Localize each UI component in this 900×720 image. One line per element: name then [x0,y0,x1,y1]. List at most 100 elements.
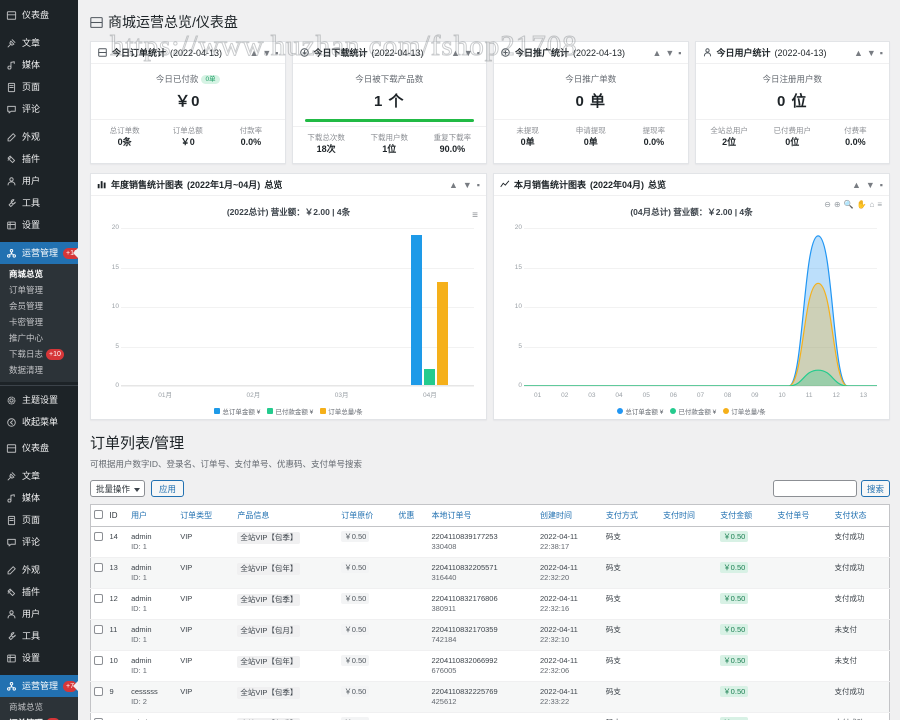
metric-card-controls[interactable]: ▲ ▼ ▪ [854,48,883,58]
minimize-icon[interactable]: ▪ [477,48,480,58]
minimize-icon[interactable]: ▪ [678,48,681,58]
top-sidebar-item-7[interactable]: 用户 [0,170,78,192]
row-checkbox[interactable] [94,563,103,572]
bottom-sidebar-item-0[interactable]: 仪表盘 [0,437,78,459]
collapse-down-icon[interactable]: ▼ [866,180,875,190]
row-checkbox[interactable] [94,687,103,696]
collapse-up-icon[interactable]: ▲ [449,180,458,190]
top-submenu-item-0[interactable]: 商城总览 [0,266,78,282]
table-row[interactable]: 10 admin ID: 1 VIP 全站VIP【包年】 ￥0.50 22041108320… [90,650,890,682]
row-checkbox[interactable] [94,625,103,634]
top-sidebar-item-5[interactable]: 外观 [0,126,78,148]
orders-col-11[interactable]: 支付单号 [774,504,832,527]
collapse-up-icon[interactable]: ▲ [852,180,861,190]
minimize-icon[interactable]: ▪ [880,180,883,190]
orders-col-6[interactable]: 本地订单号 [428,504,538,527]
top-submenu-item-1[interactable]: 订单管理 [0,282,78,298]
metric-card-controls[interactable]: ▲ ▼ ▪ [652,48,681,58]
bottom-sidebar-item-6[interactable]: 插件 [0,581,78,603]
top-submenu-item-2[interactable]: 会员管理 [0,298,78,314]
orders-col-12[interactable]: 支付状态 [831,504,890,527]
table-row[interactable]: 9 cesssss ID: 2 VIP 全站VIP【包季】 ￥0.50 2204110832… [90,681,890,713]
orders-col-7[interactable]: 创建时间 [537,504,603,527]
bar-3-1[interactable] [424,369,436,385]
metric-card-controls[interactable]: ▲ ▼ ▪ [249,48,278,58]
collapse-down-icon[interactable]: ▼ [262,48,271,58]
chart-toolbar[interactable]: ⊖ ⊕ 🔍 ✋ ⌂ ≡ [824,200,882,209]
top-sidebar-item-2[interactable]: 媒体 [0,54,78,76]
monthly-sales-legend[interactable]: 总订单金额 ¥ 已付款金额 ¥ 订单总量/条 [496,406,887,416]
collapse-up-icon[interactable]: ▲ [249,48,258,58]
bottom-sidebar-item-5[interactable]: 外观 [0,559,78,581]
zoom-in-icon[interactable]: ⊕ [834,200,841,209]
top-submenu-item-6[interactable]: 数据清理 [0,362,78,378]
zoom-out-icon[interactable]: ⊖ [824,200,831,209]
minimize-icon[interactable]: ▪ [275,48,278,58]
bar-3-2[interactable] [437,282,449,385]
menu-icon[interactable]: ≡ [877,200,882,209]
collapse-down-icon[interactable]: ▼ [463,180,472,190]
monthly-sales-panel-controls[interactable]: ▲ ▼ ▪ [852,180,883,190]
bottom-submenu-item-1[interactable]: 订单管理+4 [0,715,78,720]
row-checkbox[interactable] [94,656,103,665]
collapse-down-icon[interactable]: ▼ [464,48,473,58]
legend-item-0[interactable]: 总订单金额 ¥ [617,406,663,416]
top-submenu-item-5[interactable]: 下载日志 +10 [0,346,78,362]
minimize-icon[interactable]: ▪ [477,180,480,190]
select-all-checkbox[interactable] [94,510,103,519]
bottom-sidebar-item-7[interactable]: 用户 [0,603,78,625]
orders-col-1[interactable]: 用户 [128,504,178,527]
orders-col-4[interactable]: 订单原价 [338,504,396,527]
bottom-submenu-item-0[interactable]: 商城总览 [0,699,78,715]
top-submenu-item-4[interactable]: 推广中心 [0,330,78,346]
collapse-down-icon[interactable]: ▼ [665,48,674,58]
top-submenu-item-3[interactable]: 卡密管理 [0,314,78,330]
bottom-sidebar-item-9[interactable]: 设置 [0,647,78,669]
top-sidebar-item-6[interactable]: 插件 [0,148,78,170]
top-sidebar-item-9[interactable]: 设置 [0,214,78,236]
apply-button[interactable]: 应用 [151,480,185,497]
bottom-sidebar-item-3[interactable]: 页面 [0,509,78,531]
annual-sales-panel-controls[interactable]: ▲ ▼ ▪ [449,180,480,190]
top-sidebar-item-3[interactable]: 页面 [0,76,78,98]
collapse-down-icon[interactable]: ▼ [867,48,876,58]
top-sidebar-footer-1[interactable]: 收起菜单 [0,411,78,433]
bottom-sidebar-item-2[interactable]: 媒体 [0,487,78,509]
search-input[interactable] [772,480,857,497]
legend-item-1[interactable]: 已付款金额 ¥ [267,406,313,416]
top-sidebar-footer-0[interactable]: 主题设置 [0,389,78,411]
selection-zoom-icon[interactable]: 🔍 [844,200,854,209]
table-row[interactable]: 8adminID: 1VIP全站VIP【包季】￥0.50220411082425… [90,712,890,720]
top-sidebar-item-1[interactable]: 文章 [0,32,78,54]
top-sidebar-item-0[interactable]: 仪表盘 [0,4,78,26]
orders-col-2[interactable]: 订单类型 [177,504,235,527]
table-row[interactable]: 13 admin ID: 1 VIP 全站VIP【包年】 ￥0.50 22041108322… [90,557,890,589]
table-row[interactable]: 11 admin ID: 1 VIP 全站VIP【包月】 ￥0.50 22041108321… [90,619,890,651]
orders-col-9[interactable]: 支付时间 [660,504,718,527]
bulk-action-select[interactable]: 批量操作 [90,480,146,497]
row-checkbox[interactable] [94,594,103,603]
orders-col-8[interactable]: 支付方式 [602,504,661,527]
top-sidebar-item-ops[interactable]: 运营管理 +10 [0,242,78,264]
minimize-icon[interactable]: ▪ [880,48,883,58]
search-button[interactable]: 搜索 [860,480,890,497]
legend-item-2[interactable]: 订单总量/条 [320,406,363,416]
collapse-up-icon[interactable]: ▲ [652,48,661,58]
metric-card-controls[interactable]: ▲ ▼ ▪ [451,48,480,58]
bottom-sidebar-item-1[interactable]: 文章 [0,465,78,487]
annual-sales-legend[interactable]: 总订单金额 ¥ 已付款金额 ¥ 订单总量/条 [93,406,484,416]
bar-3-0[interactable] [411,234,423,385]
bottom-sidebar-item-8[interactable]: 工具 [0,625,78,647]
legend-item-1[interactable]: 已付款金额 ¥ [670,406,716,416]
orders-col-5[interactable]: 优惠 [395,504,429,527]
bottom-sidebar-item-4[interactable]: 评论 [0,531,78,553]
table-row[interactable]: 12 admin ID: 1 VIP 全站VIP【包季】 ￥0.50 22041108321… [90,588,890,620]
row-checkbox[interactable] [94,532,103,541]
hamburger-icon[interactable]: ≡ [472,211,478,221]
top-sidebar-item-4[interactable]: 评论 [0,98,78,120]
panning-icon[interactable]: ✋ [857,200,867,209]
legend-item-2[interactable]: 订单总量/条 [723,406,766,416]
bottom-sidebar-item-ops[interactable]: 运营管理 +7 [0,675,78,697]
legend-item-0[interactable]: 总订单金额 ¥ [214,406,260,416]
orders-col-3[interactable]: 产品信息 [234,504,339,527]
